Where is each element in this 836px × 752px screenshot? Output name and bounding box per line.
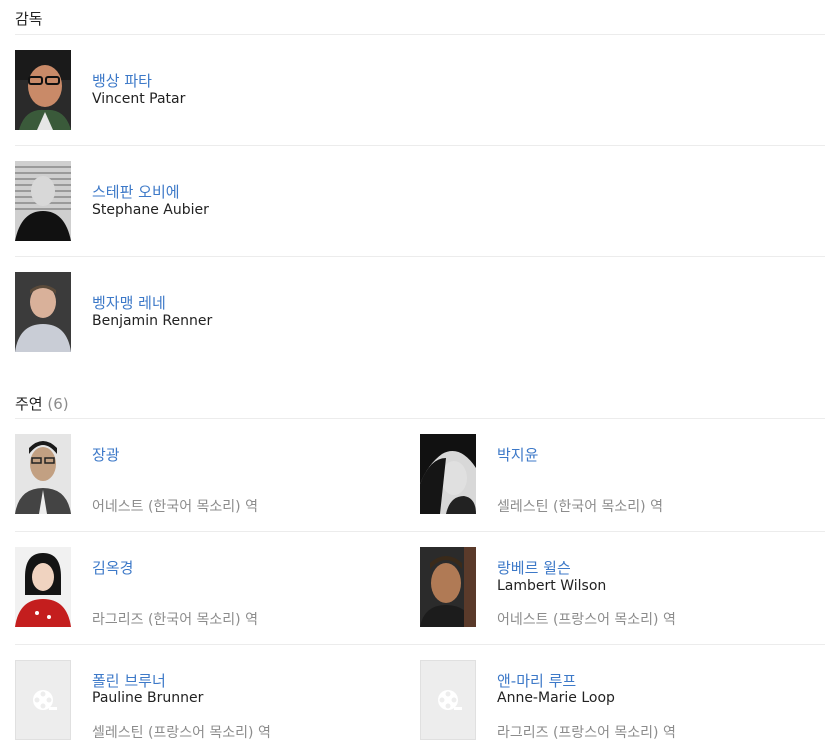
divider: [15, 256, 825, 257]
director-name-en: Vincent Patar: [92, 91, 186, 107]
director-name-ko[interactable]: 스테판 오비에: [92, 181, 180, 202]
cast-role: 라그리즈 (한국어 목소리) 역: [92, 612, 258, 628]
film-reel-icon: [33, 690, 57, 710]
cast-item: 폴린 브루너 Pauline Brunner 셀레스틴 (프랑스어 목소리) 역: [15, 660, 405, 742]
cast-item: 박지윤 셀레스틴 (한국어 목소리) 역: [420, 434, 825, 516]
divider: [15, 531, 825, 532]
divider: [15, 644, 825, 645]
cast-name-en: Pauline Brunner: [92, 690, 204, 706]
director-photo[interactable]: [15, 272, 71, 352]
cast-role: 라그리즈 (프랑스어 목소리) 역: [497, 725, 676, 741]
director-photo[interactable]: [15, 161, 71, 241]
cast-photo[interactable]: [15, 547, 71, 627]
directors-title: 감독: [15, 10, 43, 28]
cast-name-en: Anne-Marie Loop: [497, 690, 615, 706]
cast-title: 주연 (6): [15, 393, 69, 414]
director-name-ko[interactable]: 뱅상 파타: [92, 70, 152, 91]
cast-item: 랑베르 윌슨 Lambert Wilson 어네스트 (프랑스어 목소리) 역: [420, 547, 825, 629]
cast-name-ko[interactable]: 박지윤: [497, 444, 538, 465]
cast-name-ko[interactable]: 앤-마리 루프: [497, 670, 576, 691]
divider: [15, 418, 825, 419]
cast-role: 셀레스틴 (한국어 목소리) 역: [497, 499, 663, 515]
cast-item: 앤-마리 루프 Anne-Marie Loop 라그리즈 (프랑스어 목소리) …: [420, 660, 825, 742]
cast-title-label: 주연: [15, 395, 43, 413]
cast-item: 장광 어네스트 (한국어 목소리) 역: [15, 434, 405, 516]
cast-photo[interactable]: [15, 434, 71, 514]
cast-name-ko[interactable]: 장광: [92, 444, 120, 465]
cast-name-ko[interactable]: 김옥경: [92, 557, 133, 578]
cast-name-ko[interactable]: 폴린 브루너: [92, 670, 166, 691]
divider: [15, 145, 825, 146]
cast-item: 김옥경 라그리즈 (한국어 목소리) 역: [15, 547, 405, 629]
cast-photo-placeholder[interactable]: [15, 660, 71, 740]
divider: [15, 34, 825, 35]
cast-photo[interactable]: [420, 434, 476, 514]
cast-photo-placeholder[interactable]: [420, 660, 476, 740]
director-name-ko[interactable]: 벵자맹 레네: [92, 292, 166, 313]
director-item: 벵자맹 레네 Benjamin Renner: [15, 272, 415, 352]
cast-role: 어네스트 (프랑스어 목소리) 역: [497, 612, 676, 628]
director-name-en: Stephane Aubier: [92, 202, 209, 218]
director-photo[interactable]: [15, 50, 71, 130]
cast-name-ko[interactable]: 랑베르 윌슨: [497, 557, 571, 578]
cast-photo[interactable]: [420, 547, 476, 627]
cast-count: (6): [47, 395, 69, 413]
cast-role: 셀레스틴 (프랑스어 목소리) 역: [92, 725, 271, 741]
director-item: 스테판 오비에 Stephane Aubier: [15, 161, 415, 241]
film-reel-icon: [438, 690, 462, 710]
cast-role: 어네스트 (한국어 목소리) 역: [92, 499, 258, 515]
director-name-en: Benjamin Renner: [92, 313, 213, 329]
director-item: 뱅상 파타 Vincent Patar: [15, 50, 415, 130]
cast-name-en: Lambert Wilson: [497, 578, 607, 594]
